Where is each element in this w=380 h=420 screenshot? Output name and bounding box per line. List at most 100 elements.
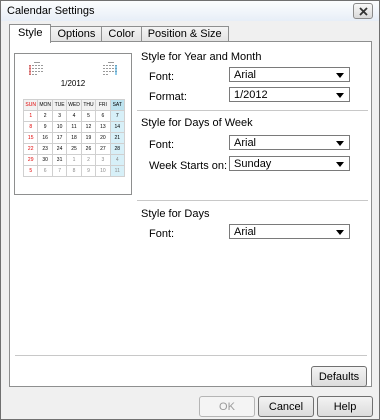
day-cell: 15 (22, 132, 39, 144)
tab-color[interactable]: Color (101, 26, 142, 42)
day-cell: 18 (66, 132, 82, 144)
day-cell: 21 (109, 132, 126, 144)
weekday-header: MON (37, 99, 53, 111)
defaults-button[interactable]: Defaults (311, 366, 367, 387)
day-cell: 29 (22, 154, 39, 166)
day-cell: 1 (22, 110, 39, 122)
day-cell: 3 (51, 110, 68, 122)
chevron-down-icon (334, 160, 346, 169)
week-row: 29 30 31 1 2 3 4 (22, 154, 126, 166)
calendar-preview: 1/2012 SUN MON TUE WED THU FRI SAT 1 2 3 (14, 53, 132, 195)
year-month-font-label: Font: (149, 71, 175, 83)
week-starts-on-label: Week Starts on: (149, 160, 228, 172)
tab-bar: Style Options Color Position & Size (9, 24, 229, 43)
days-of-week-font-label: Font: (149, 139, 175, 151)
day-cell: 14 (109, 121, 126, 133)
section-divider (137, 200, 368, 201)
day-cell: 13 (95, 121, 111, 133)
days-of-week-heading: Style for Days of Week (141, 117, 253, 129)
week-row: 22 23 24 25 26 27 28 (22, 143, 126, 155)
day-cell: 5 (80, 110, 97, 122)
days-font-label: Font: (149, 228, 175, 240)
week-row: 5 6 7 8 9 10 11 (22, 165, 126, 177)
year-month-heading: Style for Year and Month (141, 51, 262, 63)
weekday-header: SAT (109, 99, 126, 111)
preview-calendar-grid: SUN MON TUE WED THU FRI SAT 1 2 3 4 5 6 (22, 99, 126, 177)
year-month-format-select[interactable]: 1/2012 (229, 87, 350, 102)
weekday-header: THU (80, 99, 97, 111)
day-cell: 3 (95, 154, 111, 166)
day-cell: 4 (109, 154, 126, 166)
days-font-value: Arial (234, 225, 257, 238)
next-month-mini-calendar-icon (103, 62, 117, 75)
day-cell: 8 (66, 165, 82, 177)
week-starts-on-select[interactable]: Sunday (229, 156, 350, 171)
chevron-down-icon (334, 91, 346, 100)
day-cell: 22 (22, 143, 39, 155)
close-icon (358, 6, 368, 16)
week-row: 1 2 3 4 5 6 7 (22, 110, 126, 122)
days-heading: Style for Days (141, 208, 210, 220)
window-title: Calendar Settings (7, 5, 95, 17)
footer-divider (15, 355, 367, 356)
tab-position-size[interactable]: Position & Size (140, 26, 229, 42)
preview-month-title: 1/2012 (60, 79, 86, 88)
week-row: 8 9 10 11 12 13 14 (22, 121, 126, 133)
day-cell: 10 (51, 121, 68, 133)
day-cell: 8 (22, 121, 39, 133)
chevron-down-icon (334, 139, 346, 148)
weekday-header: WED (66, 99, 82, 111)
days-of-week-font-value: Arial (234, 136, 257, 149)
calendar-settings-dialog: Calendar Settings Style Options Color Po… (0, 0, 380, 420)
week-starts-on-value: Sunday (234, 157, 272, 170)
day-cell: 2 (80, 154, 97, 166)
weekday-header-row: SUN MON TUE WED THU FRI SAT (22, 99, 126, 111)
tab-style[interactable]: Style (9, 24, 52, 43)
help-button[interactable]: Help (317, 396, 373, 417)
weekday-header: TUE (51, 99, 68, 111)
day-cell: 11 (109, 165, 126, 177)
tab-options[interactable]: Options (50, 26, 103, 42)
day-cell: 2 (37, 110, 53, 122)
chevron-down-icon (334, 228, 346, 237)
cancel-button[interactable]: Cancel (258, 396, 314, 417)
day-cell: 10 (95, 165, 111, 177)
day-cell: 20 (95, 132, 111, 144)
year-month-font-value: Arial (234, 68, 257, 81)
day-cell: 11 (66, 121, 82, 133)
day-cell: 4 (66, 110, 82, 122)
days-font-select[interactable]: Arial (229, 224, 350, 239)
day-cell: 7 (51, 165, 68, 177)
day-cell: 19 (80, 132, 97, 144)
previous-month-mini-calendar-icon (29, 62, 43, 75)
day-cell: 7 (109, 110, 126, 122)
weekday-header: FRI (95, 99, 111, 111)
ok-button[interactable]: OK (199, 396, 255, 417)
week-row: 15 16 17 18 19 20 21 (22, 132, 126, 144)
section-divider (137, 110, 368, 111)
day-cell: 26 (80, 143, 97, 155)
day-cell: 12 (80, 121, 97, 133)
day-cell: 16 (37, 132, 53, 144)
day-cell: 6 (37, 165, 53, 177)
day-cell: 5 (22, 165, 39, 177)
day-cell: 25 (66, 143, 82, 155)
title-bar: Calendar Settings (1, 1, 379, 21)
day-cell: 30 (37, 154, 53, 166)
year-month-format-value: 1/2012 (234, 88, 268, 101)
day-cell: 28 (109, 143, 126, 155)
day-cell: 31 (51, 154, 68, 166)
chevron-down-icon (334, 71, 346, 80)
year-month-format-label: Format: (149, 91, 187, 103)
days-of-week-font-select[interactable]: Arial (229, 135, 350, 150)
day-cell: 17 (51, 132, 68, 144)
day-cell: 23 (37, 143, 53, 155)
day-cell: 1 (66, 154, 82, 166)
year-month-font-select[interactable]: Arial (229, 67, 350, 82)
close-button[interactable] (353, 3, 373, 19)
day-cell: 9 (80, 165, 97, 177)
weekday-header: SUN (22, 99, 39, 111)
day-cell: 6 (95, 110, 111, 122)
day-cell: 24 (51, 143, 68, 155)
day-cell: 9 (37, 121, 53, 133)
